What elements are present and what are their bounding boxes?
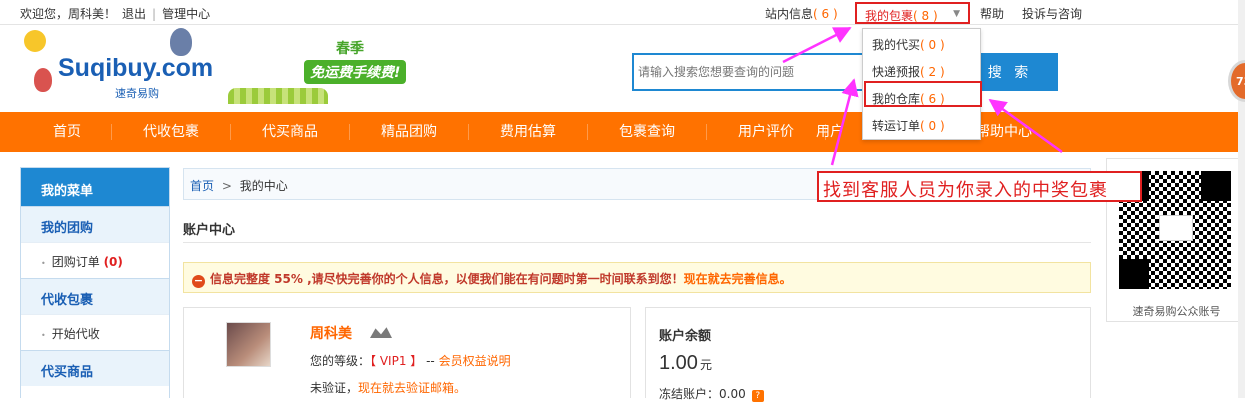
chevron-right-icon: > <box>221 179 232 193</box>
member-benefits-link[interactable]: 会员权益说明 <box>439 354 511 368</box>
completeness-warning: − 信息完整度 55% ,请尽快完善你的个人信息，以便我们能在有问题时第一时间联系… <box>183 262 1091 293</box>
balloon-icon <box>34 68 52 92</box>
logo-subtitle: 速奇易购 <box>115 87 159 100</box>
promo-season: 春季 <box>336 41 364 57</box>
verify-email-link[interactable]: 现在就去验证邮箱。 <box>358 381 466 395</box>
divider <box>183 242 1091 243</box>
my-packages-menu[interactable]: 我的包裹( 8 ) ▼ <box>855 2 970 24</box>
warning-text: 信息完整度 55% ,请尽快完善你的个人信息，以便我们能在有问题时第一时间联系到… <box>210 272 684 286</box>
header: Suqibuy.com 速奇易购 春季 免运费手续费! 搜 索 <box>0 26 1245 112</box>
level-separator: -- <box>422 354 439 368</box>
nav-item-user[interactable]: 用户 <box>800 112 860 152</box>
qr-label: 速奇易购公众账号 <box>1132 305 1221 318</box>
dropdown-item-label: 我的仓库 <box>872 92 921 106</box>
packages-dropdown: 我的代买( 0 ) 快递预报( 2 ) 我的仓库( 6 ) 转运订单( 0 ) <box>862 28 982 140</box>
sidebar-menu: 我的菜单 我的团购 • 团购订单 (0) 代收包裹 • 开始代收 代买商品 <box>20 167 170 398</box>
sidebar-item-label: 团购订单 <box>51 255 100 269</box>
crown-icon <box>370 327 392 338</box>
sun-icon <box>24 30 46 52</box>
top-bar-right: 站内信息( 6 ) <box>765 5 838 22</box>
dropdown-item-count: ( 2 ) <box>920 65 945 79</box>
bullet-icon: • <box>41 259 46 268</box>
admin-link[interactable]: 管理中心 <box>162 5 210 22</box>
balance-card: 账户余额 1.00 元 冻结账户：0.00? <box>645 307 1091 402</box>
qr-logo <box>1159 215 1193 241</box>
frozen-balance: 冻结账户：0.00? <box>659 385 764 402</box>
divider: | <box>152 6 157 21</box>
dropdown-item-label: 快递预报 <box>872 65 921 79</box>
nav-item-estimate[interactable]: 费用估算 <box>469 112 587 152</box>
grass-decoration <box>228 88 328 104</box>
dropdown-item-count: ( 0 ) <box>920 38 945 52</box>
sidebar-section-group[interactable]: 我的团购 <box>21 206 169 242</box>
breadcrumb-home[interactable]: 首页 <box>190 179 214 193</box>
welcome-text: 欢迎您，周科美！ <box>20 7 117 21</box>
promo-banner: 春季 免运费手续费! <box>228 32 408 108</box>
dropdown-item-label: 我的代买 <box>872 38 921 52</box>
sidebar-section-buy[interactable]: 代买商品 <box>21 350 169 386</box>
messages-count: ( 6 ) <box>813 7 838 21</box>
dropdown-item-count: ( 0 ) <box>920 119 945 133</box>
annotation-callout: 找到客服人员为你录入的中奖包裹 <box>817 171 1142 202</box>
help-link[interactable]: 帮助 <box>980 5 1004 22</box>
sidebar-item-start-receive[interactable]: • 开始代收 <box>21 314 169 350</box>
packages-count: ( 8 ) <box>913 9 938 23</box>
profile-level: 您的等级：【 VIP1 】 -- 会员权益说明 <box>310 352 511 369</box>
top-bar-left: 欢迎您，周科美！ 退出 | 管理中心 <box>20 5 210 22</box>
sidebar-item-count: (0) <box>103 255 123 269</box>
dropdown-item-count: ( 6 ) <box>920 92 945 106</box>
top-bar-help-area: 帮助 投诉与咨询 <box>980 5 1082 22</box>
messages-label: 站内信息 <box>765 7 814 21</box>
sidebar-item-group-orders[interactable]: • 团购订单 (0) <box>21 242 169 278</box>
nav-item-buy[interactable]: 代买商品 <box>231 112 349 152</box>
profile-name: 周科美 <box>310 326 352 342</box>
nav-item-track[interactable]: 包裹查询 <box>588 112 706 152</box>
frozen-text: 冻结账户：0.00 <box>659 387 746 401</box>
packages-label: 我的包裹 <box>865 9 914 23</box>
site-logo[interactable]: Suqibuy.com 速奇易购 <box>20 28 250 108</box>
complete-info-link[interactable]: 现在就去完善信息。 <box>684 272 792 286</box>
dropdown-item-warehouse[interactable]: 我的仓库( 6 ) <box>872 90 945 108</box>
help-icon[interactable]: ? <box>751 390 764 402</box>
balance-label: 账户余额 <box>659 329 712 344</box>
complaint-link[interactable]: 投诉与咨询 <box>1022 5 1082 22</box>
nav-item-receive[interactable]: 代收包裹 <box>112 112 230 152</box>
minus-circle-icon: − <box>192 274 205 288</box>
dropdown-item-transfer[interactable]: 转运订单( 0 ) <box>872 117 945 135</box>
top-bar: 欢迎您，周科美！ 退出 | 管理中心 站内信息( 6 ) 帮助 投诉与咨询 <box>0 0 1245 25</box>
nav-item-home[interactable]: 首页 <box>8 112 126 152</box>
balance-value: 1.00 <box>659 352 698 374</box>
dropdown-item-my-buy[interactable]: 我的代买( 0 ) <box>872 36 945 54</box>
bullet-icon: • <box>41 331 46 340</box>
email-verify-status: 未验证，现在就去验证邮箱。 <box>310 379 466 396</box>
avatar[interactable] <box>226 322 271 367</box>
sidebar-item-label: 开始代收 <box>51 327 100 341</box>
messages-link[interactable]: 站内信息( 6 ) <box>765 5 838 22</box>
logo-brand: Suqibuy.com <box>58 54 214 82</box>
logout-link[interactable]: 退出 <box>122 5 146 22</box>
profile-card: 周科美 您的等级：【 VIP1 】 -- 会员权益说明 未验证，现在就去验证邮箱… <box>183 307 631 398</box>
main-nav: 首页 代收包裹 代买商品 精品团购 费用估算 包裹查询 用户评价 用户 帮助中心 <box>0 112 1245 152</box>
nav-item-group[interactable]: 精品团购 <box>350 112 468 152</box>
promo-slogan: 免运费手续费! <box>304 60 407 84</box>
balloon-icon <box>170 28 192 56</box>
verify-prefix: 未验证， <box>310 381 359 395</box>
vip-level: 【 VIP1 】 <box>370 354 423 368</box>
sidebar-section-receive[interactable]: 代收包裹 <box>21 278 169 314</box>
balance-amount: 1.00 元 <box>659 352 712 375</box>
page-title: 账户中心 <box>183 223 236 238</box>
balance-unit: 元 <box>699 358 712 372</box>
dropdown-item-label: 转运订单 <box>872 119 921 133</box>
level-prefix: 您的等级： <box>310 354 371 368</box>
breadcrumb-current: 我的中心 <box>239 179 288 193</box>
search-box: 搜 索 <box>632 53 1058 91</box>
chevron-down-icon: ▼ <box>953 9 960 19</box>
sidebar-title: 我的菜单 <box>21 168 169 206</box>
dropdown-item-forecast[interactable]: 快递预报( 2 ) <box>872 63 945 81</box>
